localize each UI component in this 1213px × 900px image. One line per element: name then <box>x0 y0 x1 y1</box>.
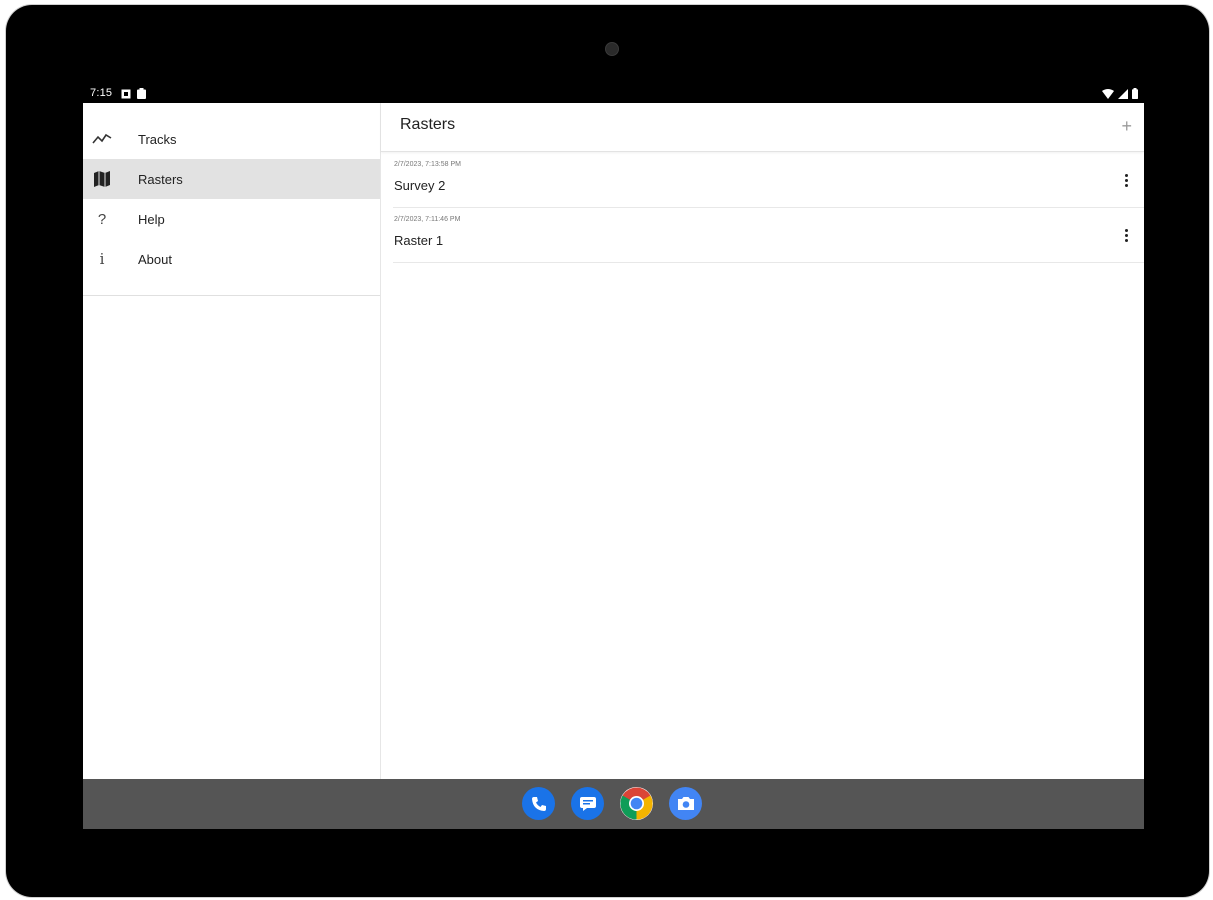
raster-name: Survey 2 <box>394 178 446 193</box>
notification-icon <box>121 89 131 98</box>
front-camera <box>605 42 619 56</box>
drawer-item-label: Tracks <box>138 131 177 147</box>
taskbar <box>83 779 1144 829</box>
battery-icon <box>1132 88 1138 99</box>
raster-list: 2/7/2023, 7:13:58 PM Survey 2 2/7/2023, … <box>393 153 1144 263</box>
rasters-panel: Rasters + 2/7/2023, 7:13:58 PM Survey 2 … <box>381 103 1144 779</box>
drawer-divider <box>83 295 380 296</box>
drawer-item-about[interactable]: i About <box>83 239 380 279</box>
drawer-item-label: Help <box>138 211 165 227</box>
drawer-item-label: About <box>138 251 172 267</box>
more-options-icon[interactable] <box>1122 228 1130 244</box>
navigation-drawer: Tracks Rasters ? Help i About <box>83 103 381 779</box>
drawer-item-label: Rasters <box>138 171 183 187</box>
add-raster-button[interactable]: + <box>1121 116 1132 136</box>
toolbar: Rasters + <box>381 103 1144 152</box>
chrome-icon[interactable] <box>620 787 653 820</box>
raster-date: 2/7/2023, 7:13:58 PM <box>394 161 461 168</box>
drawer-item-tracks[interactable]: Tracks <box>83 119 380 159</box>
clipboard-icon <box>137 88 146 99</box>
phone-icon[interactable] <box>522 787 555 820</box>
drawer-item-rasters[interactable]: Rasters <box>83 159 380 199</box>
dock <box>522 787 702 820</box>
signal-icon <box>1118 88 1128 99</box>
tracks-icon <box>91 128 113 150</box>
messages-icon[interactable] <box>571 787 604 820</box>
list-item[interactable]: 2/7/2023, 7:11:46 PM Raster 1 <box>393 208 1144 263</box>
drawer-list: Tracks Rasters ? Help i About <box>83 119 380 279</box>
more-options-icon[interactable] <box>1122 173 1130 189</box>
wifi-icon <box>1102 88 1114 99</box>
info-icon: i <box>99 250 105 268</box>
page-title: Rasters <box>400 116 456 133</box>
raster-name: Raster 1 <box>394 233 444 248</box>
status-bar: 7:15 <box>83 85 1144 103</box>
tablet-frame: 7:15 Tracks Rasters ? Help i About Raste… <box>6 5 1209 897</box>
list-item[interactable]: 2/7/2023, 7:13:58 PM Survey 2 <box>393 153 1144 208</box>
app-window: Tracks Rasters ? Help i About Rasters + … <box>83 103 1144 779</box>
screen: 7:15 Tracks Rasters ? Help i About Raste… <box>83 85 1144 829</box>
raster-date: 2/7/2023, 7:11:46 PM <box>394 216 461 223</box>
map-icon <box>91 168 113 190</box>
drawer-item-help[interactable]: ? Help <box>83 199 380 239</box>
help-icon: ? <box>97 210 107 228</box>
status-time: 7:15 <box>90 87 113 99</box>
camera-icon[interactable] <box>669 787 702 820</box>
